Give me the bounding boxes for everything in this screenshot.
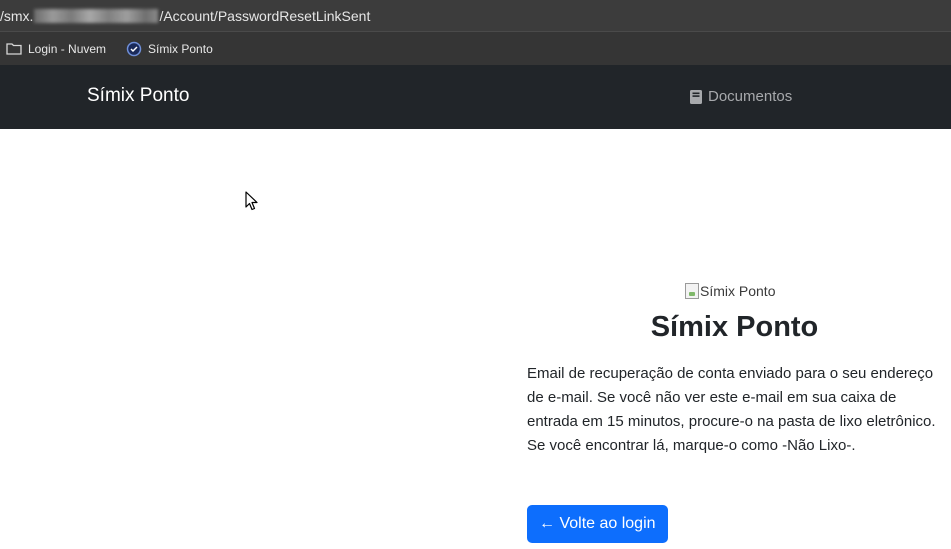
back-to-login-button[interactable]: ← Volte ao login: [527, 505, 668, 543]
bookmark-simix-ponto[interactable]: Símix Ponto: [126, 41, 213, 57]
address-bar[interactable]: /smx. /Account/PasswordResetLinkSent: [0, 0, 951, 31]
clock-check-icon: [126, 41, 142, 56]
redacted-url-segment: [34, 8, 159, 23]
bookmark-label: Símix Ponto: [148, 41, 213, 56]
bookmark-login-nuvem[interactable]: Login - Nuvem: [6, 42, 106, 56]
mouse-cursor-icon: [245, 191, 258, 211]
nav-link-documentos[interactable]: Documentos: [689, 88, 792, 105]
book-icon: [690, 89, 702, 104]
navbar-brand[interactable]: Símix Ponto: [87, 85, 189, 107]
folder-icon: [6, 43, 22, 55]
logo-alt-text: Símix Ponto: [700, 283, 776, 299]
nav-link-label: Documentos: [708, 88, 793, 105]
logo-image: Símix Ponto: [685, 283, 775, 299]
reset-sent-message: Email de recuperação de conta enviado pa…: [527, 365, 936, 454]
bookmarks-bar: Login - Nuvem Símix Ponto: [0, 31, 951, 65]
url-path: /Account/PasswordResetLinkSent: [159, 7, 371, 24]
page-title: Símix Ponto: [650, 311, 819, 343]
bookmark-label: Login - Nuvem: [28, 41, 107, 56]
broken-image-icon: [685, 283, 699, 299]
site-navbar: Símix Ponto Documentos: [0, 65, 951, 129]
url-prefix: /smx.: [0, 7, 34, 24]
